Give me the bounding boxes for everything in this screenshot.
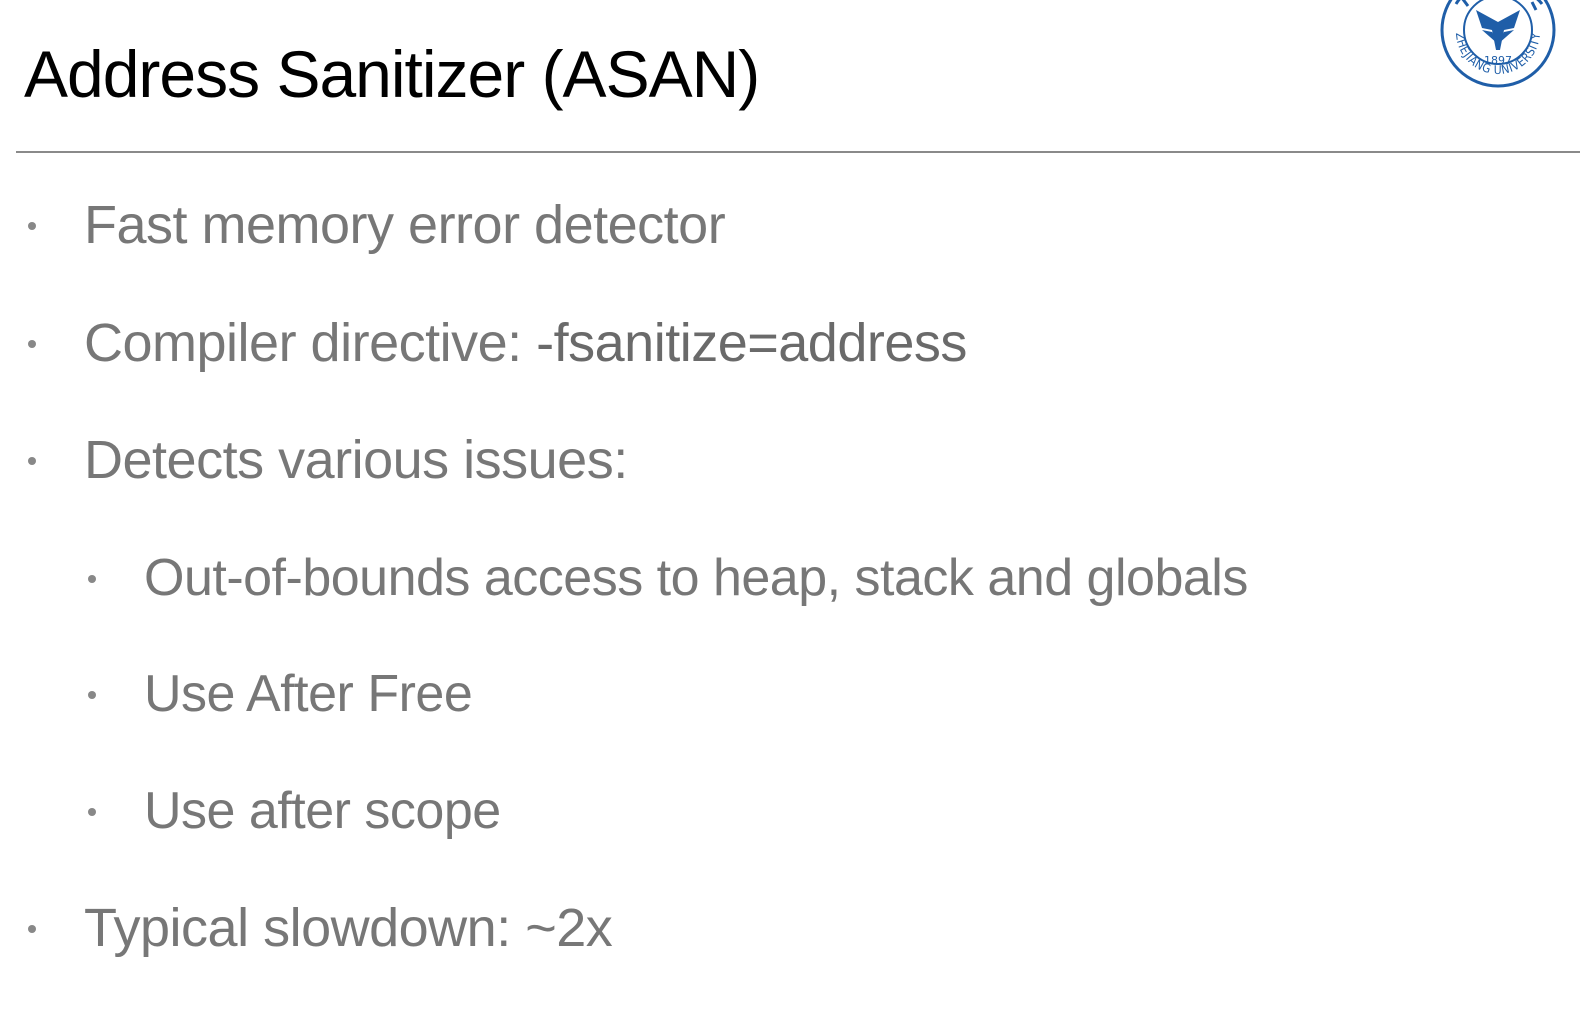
sub-bullet-item: Use after scope	[88, 776, 1488, 846]
bullet-text: Use after scope	[144, 782, 501, 840]
bullet-dot	[28, 340, 36, 348]
bullet-dot	[88, 691, 96, 699]
bullet-text: Detects various issues:	[84, 430, 628, 490]
title-divider	[16, 151, 1580, 153]
bullet-text: Out-of-bounds access to heap, stack and …	[144, 549, 1248, 607]
university-seal-icon: 1897 ZHEJIANG UNIVERSITY	[1440, 0, 1556, 88]
zhejiang-university-logo: 1897 ZHEJIANG UNIVERSITY	[1438, 0, 1558, 90]
sub-bullet-item: Use After Free	[88, 659, 1488, 729]
bullet-item: Detects various issues:	[28, 425, 1228, 495]
bullet-dot	[28, 457, 36, 465]
bullet-text: Typical slowdown: ~2x	[84, 898, 613, 958]
slide-title: Address Sanitizer (ASAN)	[24, 37, 760, 111]
compiler-flag: -fsanitize=address	[536, 313, 967, 373]
bullet-text: Fast memory error detector	[84, 195, 726, 255]
bullet-dot	[28, 222, 36, 230]
sub-bullet-item: Out-of-bounds access to heap, stack and …	[88, 543, 1488, 613]
bullet-item: Compiler directive: -fsanitize=address	[28, 308, 1228, 378]
bullet-dot	[88, 575, 96, 583]
bullet-item: Fast memory error detector	[28, 190, 1228, 260]
bullet-dot	[28, 925, 36, 933]
bullet-item: Typical slowdown: ~2x	[28, 893, 1228, 963]
bullet-dot	[88, 808, 96, 816]
bullet-text: Use After Free	[144, 665, 473, 723]
bullet-prefix: Compiler directive:	[84, 313, 537, 373]
bullet-text: Compiler directive: -fsanitize=address	[84, 308, 967, 378]
